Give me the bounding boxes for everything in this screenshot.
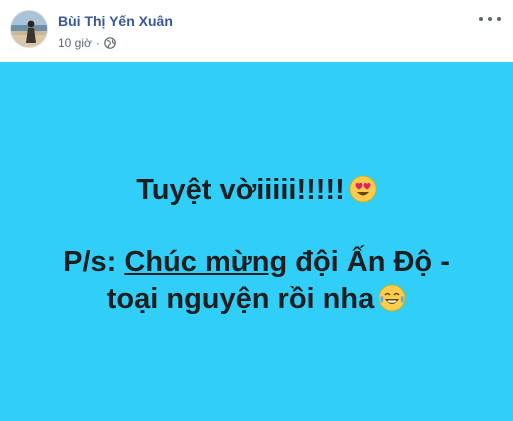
post-text-line-2-prefix: P/s: [63,246,125,278]
tears-of-joy-emoji [378,284,406,312]
post-meta: 10 giờ · [58,36,116,50]
post-timestamp[interactable]: 10 giờ [58,36,92,50]
post-text-line-3-text: toại nguyện rồi nha [106,283,375,315]
post-text-line-3: toại nguyện rồi nha [0,283,513,316]
post-text-line-1: Tuyệt vờiiiii!!!!! [0,174,513,207]
post-colored-background: Tuyệt vờiiiii!!!!! P/s: Chúc mừng đội Ấn… [0,62,513,421]
facebook-post: Bùi Thị Yến Xuân 10 giờ · Tuyệt vờiiiii!… [0,0,513,421]
author-name[interactable]: Bùi Thị Yến Xuân [58,13,173,29]
post-header: Bùi Thị Yến Xuân 10 giờ · [0,0,513,62]
post-text-line-2: P/s: Chúc mừng đội Ấn Độ - [0,246,513,279]
more-options-icon[interactable] [479,12,501,26]
post-text-line-2-suffix: đội Ấn Độ - [287,246,450,278]
post-text-line-1-text: Tuyệt vờiiiii!!!!! [136,174,345,206]
author-avatar[interactable] [10,10,48,48]
meta-separator: · [95,36,100,50]
globe-icon[interactable] [104,37,116,49]
heart-eyes-emoji [349,175,377,203]
underlined-phrase: Chúc mừng [124,246,288,278]
